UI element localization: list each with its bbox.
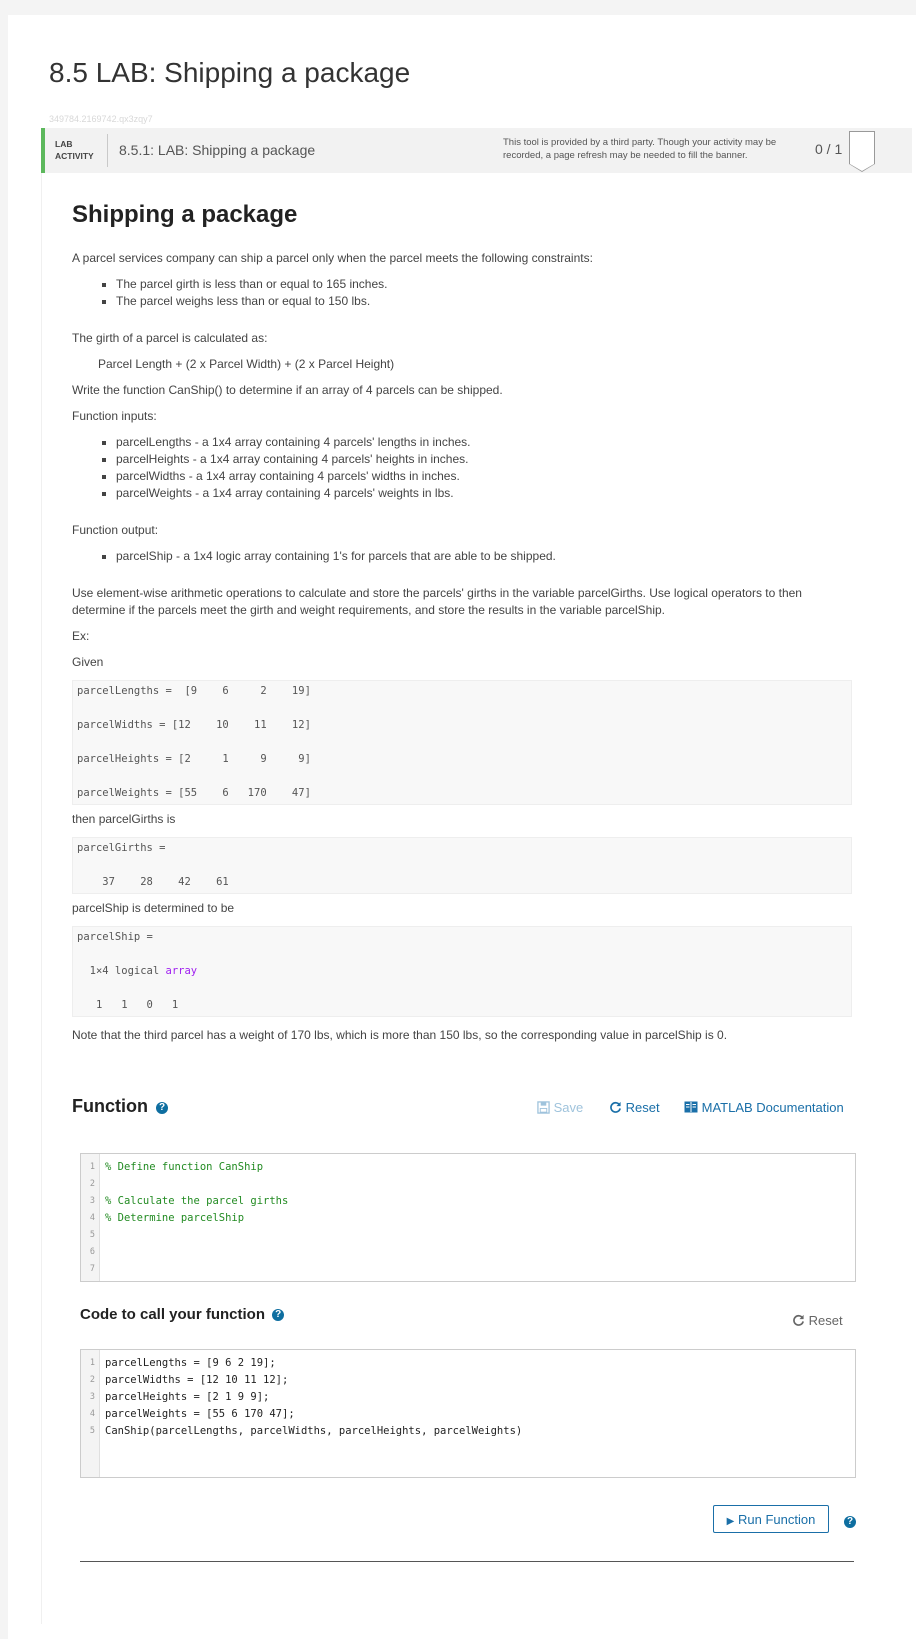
ship-label: parcelShip is determined to be [72,901,235,915]
banner-label: LAB ACTIVITY [55,139,94,161]
code-line: 2 parcelWidths = [12 10 11 12]; [89,1374,289,1386]
list-item: parcelHeights - a 1x4 array containing 4… [116,451,852,468]
example-label: Ex: [72,629,90,643]
banner-separator [107,134,108,167]
run-function-button[interactable]: ▶ Run Function [713,1505,829,1533]
section-title: 8.5 LAB: Shipping a package [49,57,411,88]
banner-note: This tool is provided by a third party. … [503,137,777,161]
instructions-text: Use element-wise arithmetic operations t… [72,586,802,617]
code-line: 1 parcelLengths = [9 6 2 19]; [89,1357,276,1369]
section-id: 349784.2169742.qx3zqy7 [49,114,153,124]
play-icon: ▶ [726,1515,735,1527]
girths-label: then parcelGirths is [72,812,176,826]
banner-activity-name: 8.5.1: LAB: Shipping a package [119,142,316,158]
code-line: 5 CanShip(parcelLengths, parcelWidths, pa… [89,1425,523,1437]
problem-title: Shipping a package [72,201,298,228]
code-line: 3 parcelHeights = [2 1 9 9]; [89,1391,270,1403]
list-item: parcelWidths - a 1x4 array containing 4 … [116,468,852,485]
help-icon[interactable]: ? [844,1516,856,1528]
list-item: parcelShip - a 1x4 logic array containin… [116,548,852,565]
code-line: 5 [89,1230,95,1240]
run-help: ? [841,1513,856,1531]
list-item: parcelWeights - a 1x4 array containing 4… [116,485,852,502]
girth-intro: The girth of a parcel is calculated as: [72,331,268,345]
editor-lines: 1 parcelLengths = [9 6 2 19]; 2 parcelWidt… [81,1350,855,1440]
matlab-docs-link[interactable]: MATLAB Documentation [684,1100,844,1115]
editor-lines: 1% Define function CanShip 2 3% Calculat… [81,1154,855,1278]
ship-code-block: parcelShip = 1×4 logical array 1 1 0 1 [72,926,852,1017]
note-text: Note that the third parcel has a weight … [72,1028,728,1042]
list-item: parcelLengths - a 1x4 array containing 4… [116,434,852,451]
code-line: 6 [89,1247,95,1257]
problem-description: Shipping a package A parcel services com… [72,200,852,1053]
code-line: 1% Define function CanShip [89,1161,264,1173]
call-code-editor[interactable]: 1 parcelLengths = [9 6 2 19]; 2 parcelWidt… [80,1349,856,1478]
code-line: 3% Calculate the parcel girths [89,1195,289,1207]
outputs-list: parcelShip - a 1x4 logic array containin… [72,548,852,565]
save-button[interactable]: Save [537,1100,583,1115]
call-section-title: Code to call your function ? [80,1306,285,1323]
code-line: 2 [89,1179,95,1189]
help-icon[interactable]: ? [272,1309,285,1321]
list-item: The parcel weighs less than or equal to … [116,293,852,310]
task-text: Write the function CanShip() to determin… [72,383,503,397]
given-label: Given [72,655,104,669]
code-line: 4% Determine parcelShip [89,1212,245,1224]
banner-score: 0 / 1 [815,141,843,157]
reset-icon [610,1101,621,1113]
bottom-divider [80,1561,854,1562]
function-title: Function ? [72,1096,168,1117]
function-header: Function ? Save Reset MATLAB Documentati… [72,1096,852,1126]
girths-code-block: parcelGirths = 37 28 42 61 [72,837,852,894]
girth-formula: Parcel Length + (2 x Parcel Width) + (2 … [98,357,395,371]
output-label: Function output: [72,523,159,537]
constraints-list: The parcel girth is less than or equal t… [72,276,852,310]
inputs-list: parcelLengths - a 1x4 array containing 4… [72,434,852,502]
code-line: 7 [89,1264,95,1274]
book-icon [684,1101,698,1113]
list-item: The parcel girth is less than or equal t… [116,276,852,293]
help-icon[interactable]: ? [156,1102,168,1114]
function-code-editor[interactable]: 1% Define function CanShip 2 3% Calculat… [80,1153,856,1282]
reset-icon [793,1314,804,1326]
completion-badge-icon [849,131,875,172]
intro-text: A parcel services company can ship a par… [72,251,593,265]
inputs-label: Function inputs: [72,409,157,423]
save-icon [537,1101,550,1114]
lab-activity-banner: LAB ACTIVITY 8.5.1: LAB: Shipping a pack… [41,128,912,173]
call-reset-button[interactable]: Reset [792,1313,843,1328]
code-line: 4 parcelWeights = [55 6 170 47]; [89,1408,295,1420]
given-code-block: parcelLengths = [9 6 2 19] parcelWidths =… [72,680,852,805]
function-reset-button[interactable]: Reset [609,1100,660,1115]
